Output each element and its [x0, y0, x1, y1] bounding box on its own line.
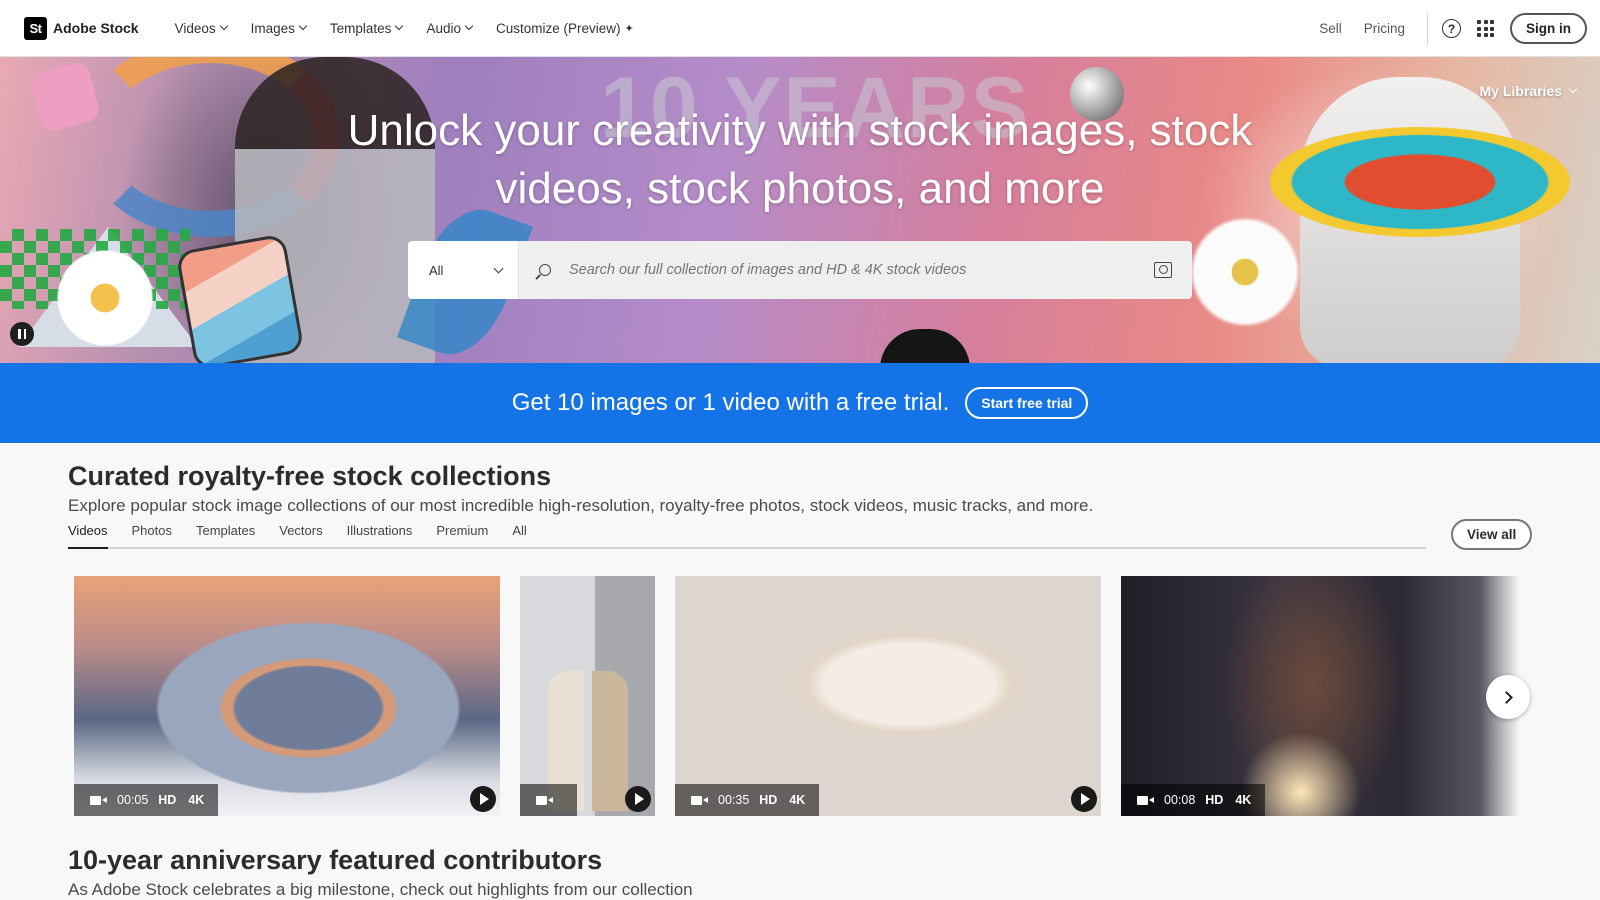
- menu-images-label: Images: [250, 20, 295, 36]
- menu-videos[interactable]: Videos: [174, 20, 228, 36]
- view-all-button[interactable]: View all: [1451, 519, 1533, 550]
- nav-right: Sell Pricing ? Sign in: [1319, 0, 1587, 57]
- hd-badge: HD: [158, 793, 177, 807]
- contributors-title: 10-year anniversary featured contributor…: [68, 845, 603, 875]
- app-switcher-icon[interactable]: [1477, 20, 1494, 37]
- menu-videos-label: Videos: [174, 20, 216, 36]
- video-meta: 00:05 HD 4K: [74, 784, 219, 816]
- tab-photos[interactable]: Photos: [132, 523, 172, 549]
- 4k-badge: 4K: [1235, 793, 1252, 807]
- video-camera-icon: [1137, 795, 1154, 805]
- video-carousel: 00:05 HD 4K 00:35 HD 4K 00:08 HD 4K: [74, 576, 1520, 816]
- play-icon[interactable]: [470, 786, 496, 812]
- tab-templates[interactable]: Templates: [196, 523, 255, 549]
- video-thumbnail[interactable]: 00:08 HD 4K: [1121, 576, 1520, 816]
- video-meta: 00:35 HD 4K: [675, 784, 820, 816]
- tab-illustrations[interactable]: Illustrations: [347, 523, 413, 549]
- main-menu: Videos Images Templates Audio Customize …: [163, 0, 646, 56]
- sell-link[interactable]: Sell: [1319, 21, 1342, 36]
- start-free-trial-button[interactable]: Start free trial: [965, 387, 1089, 419]
- brand-name: Adobe Stock: [53, 20, 139, 36]
- my-libraries-button[interactable]: My Libraries: [1479, 83, 1578, 99]
- collections-tabs: Videos Photos Templates Vectors Illustra…: [68, 523, 1426, 549]
- chevron-down-icon: [298, 21, 308, 31]
- 4k-badge: 4K: [789, 793, 806, 807]
- search-input[interactable]: [569, 262, 1154, 278]
- chevron-down-icon: [395, 21, 404, 31]
- pricing-link[interactable]: Pricing: [1364, 21, 1405, 36]
- collections-description: Explore popular stock image collections …: [68, 496, 1094, 515]
- help-icon[interactable]: ?: [1442, 19, 1461, 38]
- 4k-badge: 4K: [188, 793, 205, 807]
- menu-templates-label: Templates: [329, 20, 392, 36]
- contributors-description: As Adobe Stock celebrates a big mileston…: [68, 880, 693, 899]
- video-duration: 00:08: [1164, 793, 1196, 807]
- video-thumbnail[interactable]: 00:05 HD 4K: [74, 576, 500, 816]
- menu-templates[interactable]: Templates: [329, 20, 404, 36]
- video-camera-icon: [536, 795, 553, 805]
- video-duration: 00:05: [117, 793, 149, 807]
- video-thumbnail[interactable]: [520, 576, 655, 816]
- pause-animation-button[interactable]: [10, 322, 34, 346]
- search-type-value: All: [429, 262, 444, 278]
- hero-tile-decoration: [175, 233, 305, 363]
- menu-audio-label: Audio: [426, 20, 461, 36]
- free-trial-banner: Get 10 images or 1 video with a free tri…: [0, 363, 1600, 443]
- chevron-down-icon: [493, 263, 504, 273]
- video-meta: [520, 784, 577, 816]
- video-meta: 00:08 HD 4K: [1121, 784, 1266, 816]
- video-thumbnail[interactable]: 00:35 HD 4K: [675, 576, 1101, 816]
- chevron-down-icon: [1568, 84, 1578, 94]
- tab-premium[interactable]: Premium: [436, 523, 488, 549]
- sparkle-icon: ✦: [624, 22, 634, 35]
- menu-images[interactable]: Images: [250, 20, 308, 36]
- tab-vectors[interactable]: Vectors: [279, 523, 322, 549]
- adobe-stock-logo-icon: St: [24, 16, 47, 40]
- chevron-right-icon: [1499, 690, 1513, 704]
- hero-flower-hat-decoration: [1270, 127, 1570, 237]
- search-field: [519, 241, 1192, 299]
- carousel-next-button[interactable]: [1486, 675, 1530, 719]
- hero-cat-decoration: [880, 329, 970, 363]
- menu-customize-label: Customize (Preview): [495, 20, 621, 36]
- hero-white-flower-decoration: [1180, 207, 1310, 337]
- hd-badge: HD: [759, 793, 778, 807]
- tab-videos[interactable]: Videos: [68, 523, 108, 549]
- video-duration: 00:35: [718, 793, 750, 807]
- my-libraries-label: My Libraries: [1479, 83, 1562, 99]
- search-icon: [539, 264, 551, 276]
- adobe-stock-home-link[interactable]: St Adobe Stock: [24, 16, 139, 40]
- hd-badge: HD: [1205, 793, 1224, 807]
- chevron-down-icon: [464, 21, 474, 31]
- free-trial-text: Get 10 images or 1 video with a free tri…: [511, 389, 950, 416]
- hero-title: Unlock your creativity with stock images…: [347, 106, 1253, 213]
- menu-audio[interactable]: Audio: [426, 20, 474, 36]
- pause-icon-bar: [23, 329, 26, 339]
- hero-banner: 10 YEARS Unlock your creativity with sto…: [0, 57, 1600, 363]
- pause-icon-bar: [18, 329, 21, 339]
- search-bar: All: [408, 241, 1192, 299]
- hero-flower-decoration: [50, 243, 160, 353]
- sign-in-button[interactable]: Sign in: [1510, 13, 1587, 44]
- search-type-select[interactable]: All: [408, 241, 519, 299]
- menu-customize-preview[interactable]: Customize (Preview) ✦: [496, 21, 634, 36]
- play-icon[interactable]: [1071, 786, 1097, 812]
- nav-divider: [1427, 12, 1428, 45]
- video-camera-icon: [90, 795, 107, 805]
- collections-title: Curated royalty-free stock collections: [68, 461, 552, 491]
- play-icon[interactable]: [625, 786, 651, 812]
- top-nav: St Adobe Stock Videos Images Templates A…: [0, 0, 1600, 57]
- chevron-down-icon: [219, 21, 228, 31]
- tab-all[interactable]: All: [512, 523, 526, 549]
- visual-search-icon[interactable]: [1154, 262, 1172, 278]
- video-camera-icon: [691, 795, 708, 805]
